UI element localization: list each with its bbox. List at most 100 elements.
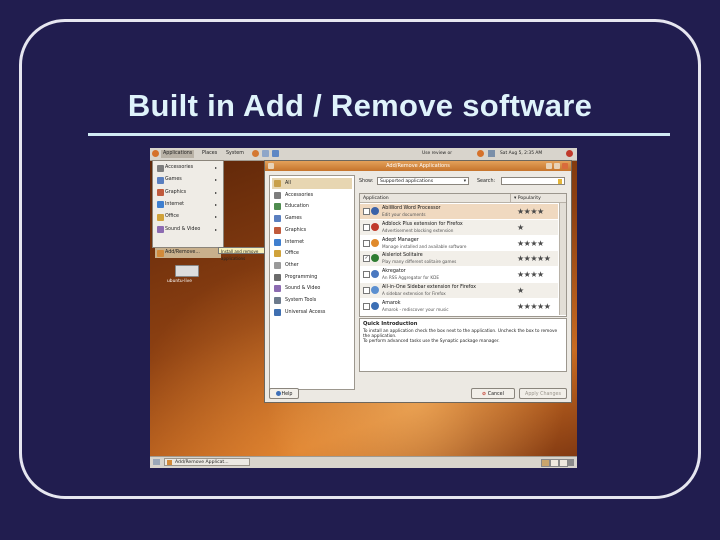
install-checkbox[interactable]	[363, 223, 370, 231]
install-checkbox[interactable]	[363, 302, 370, 310]
app-row[interactable]: All-in-One Sidebar extension for Firefox…	[360, 283, 558, 298]
menu-item-graphics[interactable]: Graphics ▸	[155, 188, 221, 198]
category-icon	[274, 273, 281, 281]
category-other[interactable]: Other	[272, 260, 352, 271]
category-internet[interactable]: Internet	[272, 237, 352, 248]
menu-item-internet[interactable]: Internet ▸	[155, 200, 221, 210]
search-clear-icon[interactable]	[558, 179, 562, 184]
combo-arrow-icon: ▾	[463, 179, 466, 184]
app-icon	[371, 270, 379, 279]
trash-icon[interactable]	[568, 459, 574, 466]
network-icon[interactable]	[488, 150, 495, 157]
install-checkbox[interactable]	[363, 287, 370, 294]
maximize-icon[interactable]	[554, 163, 560, 169]
help-button[interactable]: Help	[269, 388, 299, 399]
popularity-stars-icon: ★	[517, 222, 524, 232]
app-row[interactable]: Amarok Amarok - rediscover your music ★★★★…	[360, 299, 558, 314]
category-label: Internet	[285, 239, 305, 245]
app-row[interactable]: AbiWord Word Processor Edit your document…	[360, 204, 558, 219]
app-row[interactable]: Adept Manager Manage installed and availa…	[360, 236, 558, 251]
title-underline	[88, 133, 670, 136]
category-icon	[274, 226, 281, 234]
category-universal-access[interactable]: Universal Access	[272, 307, 352, 318]
category-icon	[274, 238, 281, 246]
submenu-arrow-icon: ▸	[214, 201, 217, 207]
category-games[interactable]: Games	[272, 213, 352, 224]
window-titlebar[interactable]: Add/Remove Applications	[265, 161, 571, 171]
help-launcher-icon[interactable]	[272, 150, 279, 157]
apply-changes-button[interactable]: Apply Changes	[519, 388, 567, 399]
install-checkbox[interactable]: ✓	[363, 255, 370, 263]
category-list: All Accessories Education Games Graphics Inte…	[269, 175, 355, 390]
category-accessories[interactable]: Accessories	[272, 190, 352, 201]
menu-system[interactable]: System	[226, 150, 244, 158]
drive-label[interactable]: ubuntu-live	[167, 279, 192, 284]
column-header-popularity[interactable]: ▾ Popularity	[510, 194, 566, 203]
update-notifier-icon[interactable]	[477, 150, 484, 157]
category-label: Education	[285, 204, 309, 210]
intro-text-line: To install an application check the box …	[363, 329, 558, 340]
column-header-application[interactable]: Application	[360, 194, 510, 203]
menu-item-accessories[interactable]: Accessories ▸	[155, 163, 221, 173]
intro-title: Quick Introduction	[363, 321, 418, 327]
window-menu-icon[interactable]	[268, 163, 274, 169]
show-filter-select[interactable]: Supported applications ▾	[377, 177, 469, 185]
menu-item-sound-video[interactable]: Sound & Video ▸	[155, 225, 221, 235]
app-row[interactable]: Adblock Plus extension for Firefox Advert…	[360, 219, 558, 235]
category-graphics[interactable]: Graphics	[272, 225, 352, 236]
workspace-1[interactable]	[541, 459, 550, 467]
install-checkbox[interactable]	[363, 239, 370, 247]
close-icon[interactable]	[562, 163, 568, 169]
popularity-stars-icon: ★	[517, 286, 524, 295]
app-name: Adblock Plus extension for Firefox	[382, 221, 463, 227]
category-education[interactable]: Education	[272, 201, 352, 212]
category-icon	[274, 285, 281, 293]
mail-launcher-icon[interactable]	[262, 150, 269, 157]
category-all[interactable]: All	[272, 178, 352, 189]
menu-item-label: Add/Remove...	[165, 250, 200, 255]
menu-applications[interactable]: Applications	[161, 150, 195, 158]
power-icon[interactable]	[566, 150, 573, 157]
menu-item-label: Graphics	[165, 189, 187, 195]
category-programming[interactable]: Programming	[272, 272, 352, 283]
category-office[interactable]: Office	[272, 248, 352, 259]
category-label: Games	[285, 216, 302, 222]
taskbar-window-button[interactable]: Add/Remove Applicat...	[164, 458, 250, 466]
menu-places[interactable]: Places	[202, 150, 217, 158]
drive-icon[interactable]	[175, 265, 199, 277]
search-input[interactable]	[501, 177, 565, 185]
install-checkbox[interactable]	[363, 208, 370, 215]
app-row[interactable]: ✓ Aisleriot Solitaire Play many different …	[360, 251, 558, 267]
category-label: Sound & Video	[285, 286, 321, 292]
cancel-button[interactable]: ⊘ Cancel	[471, 388, 515, 399]
app-name: Aisleriot Solitaire	[382, 253, 423, 259]
workspace-2[interactable]	[550, 459, 559, 467]
menu-item-add-remove[interactable]: Add/Remove...	[155, 248, 221, 258]
submenu-arrow-icon: ▸	[214, 226, 217, 232]
workspace-3[interactable]	[559, 459, 568, 467]
category-system-tools[interactable]: System Tools	[272, 295, 352, 306]
panel-clock[interactable]: Sat Aug 5, 2:35 AM	[500, 150, 542, 158]
app-row[interactable]: Akregator An RSS Aggregator for KDE ★★★★	[360, 267, 558, 282]
category-icon	[157, 164, 164, 172]
minimize-icon[interactable]	[546, 163, 552, 169]
window-title: Add/Remove Applications	[386, 163, 450, 169]
firefox-launcher-icon[interactable]	[252, 150, 259, 157]
ubuntu-screenshot: Applications Places System Use review or…	[150, 148, 577, 468]
category-label: Accessories	[285, 192, 314, 198]
menu-item-office[interactable]: Office ▸	[155, 212, 221, 222]
show-desktop-icon[interactable]	[153, 459, 160, 465]
app-description: Amarok - rediscover your music	[382, 306, 449, 312]
install-checkbox[interactable]	[363, 271, 370, 279]
app-description: A sidebar extension for Firefox	[382, 291, 446, 296]
app-description: Edit your documents	[382, 212, 426, 217]
app-name: Amarok	[382, 300, 401, 306]
list-scrollbar[interactable]	[559, 203, 566, 315]
category-icon	[274, 203, 281, 211]
app-icon	[371, 254, 379, 263]
application-list: Application ▾ Popularity AbiWord Word Pr…	[359, 193, 567, 317]
category-sound-video[interactable]: Sound & Video	[272, 283, 352, 294]
menu-item-games[interactable]: Games ▸	[155, 175, 221, 185]
category-icon	[274, 308, 281, 316]
popularity-stars-icon: ★★★★★	[517, 301, 551, 311]
